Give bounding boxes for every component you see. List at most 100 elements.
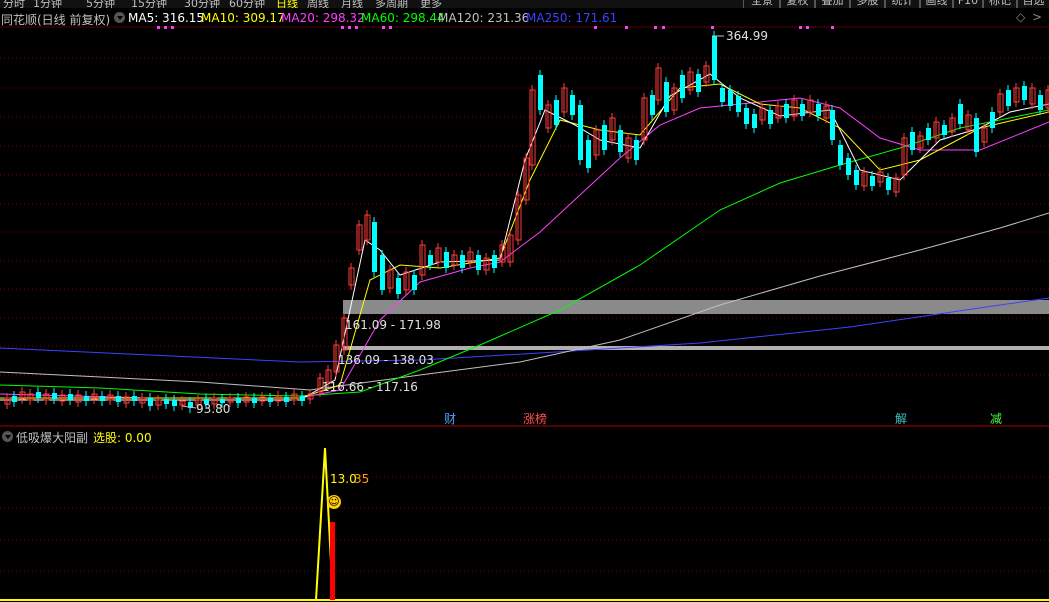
indicator-chevron-icon[interactable]: [2, 431, 13, 442]
candle-body: [396, 278, 401, 294]
candle-body: [800, 104, 805, 116]
candle-body: [816, 104, 821, 116]
signal-marker: [625, 26, 628, 29]
signal-marker: [799, 26, 802, 29]
low-price-label: 93.80: [196, 402, 231, 416]
candle-body: [974, 118, 979, 152]
candle-body: [300, 396, 305, 401]
indicator-signal-bar: [330, 522, 335, 600]
candle-body: [538, 75, 543, 110]
candle-body: [1022, 86, 1027, 100]
candle-body: [634, 140, 639, 160]
candle-body: [910, 132, 915, 150]
smiley-icon: ☺: [327, 495, 341, 509]
ma5-line: [0, 73, 1049, 401]
event-label-unlock[interactable]: 解: [895, 410, 907, 427]
candle-body: [720, 88, 725, 102]
candle-body: [958, 104, 963, 124]
candle-body: [236, 398, 241, 403]
candle-body: [752, 114, 757, 128]
band-label-upper: 161.09 - 171.98: [345, 318, 441, 332]
ma20-line: [0, 97, 1049, 399]
support-band-upper: [343, 300, 1049, 314]
candle-body: [570, 95, 575, 115]
signal-marker: [164, 26, 167, 29]
candle-body: [84, 396, 89, 401]
candle-body: [618, 130, 623, 152]
candle-body: [990, 112, 995, 128]
indicator-value-suffix: 35: [354, 472, 370, 486]
candle-body: [854, 170, 859, 185]
candle-body: [846, 158, 851, 175]
candle-body: [1038, 95, 1043, 110]
ma10-line: [0, 83, 1049, 399]
support-band-middle: [343, 346, 1049, 350]
signal-marker: [806, 26, 809, 29]
candle-body: [554, 100, 559, 125]
candle-body: [870, 176, 875, 186]
indicator-signal: 选股: 0.00: [93, 431, 152, 445]
candle-body: [428, 255, 433, 265]
candle-body: [132, 396, 137, 401]
candle-body: [380, 255, 385, 290]
candle-body: [744, 108, 749, 124]
signal-marker: [355, 26, 358, 29]
signal-marker: [711, 26, 714, 29]
signal-marker: [348, 26, 351, 29]
candle-body: [696, 74, 701, 92]
indicator-value-label: 13.0: [330, 472, 357, 486]
signal-marker: [157, 26, 160, 29]
signal-marker: [171, 26, 174, 29]
signal-marker: [382, 26, 385, 29]
high-price-label: 364.99: [726, 29, 768, 43]
candle-body: [1006, 90, 1011, 106]
event-label-reduce[interactable]: 减: [990, 410, 1002, 427]
candle-body: [586, 140, 591, 168]
candle-body: [602, 125, 607, 150]
candle-body: [680, 75, 685, 98]
indicator-name[interactable]: 低吸爆大阳副: [16, 429, 88, 446]
candle-body: [736, 96, 741, 112]
candle-body: [372, 222, 377, 272]
candle-body: [838, 145, 843, 165]
candle-body: [268, 398, 273, 402]
candle-body: [412, 275, 417, 290]
candle-body: [68, 394, 73, 400]
candle-body: [886, 178, 891, 190]
candle-body: [116, 396, 121, 402]
candle-body: [492, 255, 497, 268]
band-label-middle: 136.09 - 138.03: [338, 353, 434, 367]
candle-body: [284, 397, 289, 402]
candle-body: [52, 393, 57, 399]
candle-body: [252, 398, 257, 403]
candle-body: [830, 110, 835, 140]
candle-body: [476, 255, 481, 270]
candle-body: [100, 396, 105, 401]
candle-body: [728, 90, 733, 106]
candlestick-chart: [0, 26, 1049, 601]
candle-body: [148, 398, 153, 406]
candle-body: [444, 252, 449, 268]
signal-marker: [594, 26, 597, 29]
candle-body: [942, 125, 947, 135]
candle-body: [784, 104, 789, 118]
signal-marker: [662, 26, 665, 29]
candle-body: [36, 392, 41, 398]
candle-body: [12, 396, 17, 402]
signal-marker: [831, 26, 834, 29]
candle-body: [578, 105, 583, 160]
signal-marker: [389, 26, 392, 29]
candle-body: [926, 128, 931, 140]
candle-body: [768, 110, 773, 124]
candle-body: [650, 95, 655, 115]
candle-body: [164, 399, 169, 404]
candle-body: [172, 400, 177, 406]
signal-marker: [341, 26, 344, 29]
candle-body: [664, 82, 669, 112]
ma60-line: [0, 109, 1049, 397]
candle-body: [712, 36, 717, 80]
signal-marker: [654, 26, 657, 29]
candle-body: [460, 255, 465, 268]
event-label-finance[interactable]: 财: [444, 410, 456, 427]
event-label-limit-up[interactable]: 涨榜: [523, 410, 547, 427]
